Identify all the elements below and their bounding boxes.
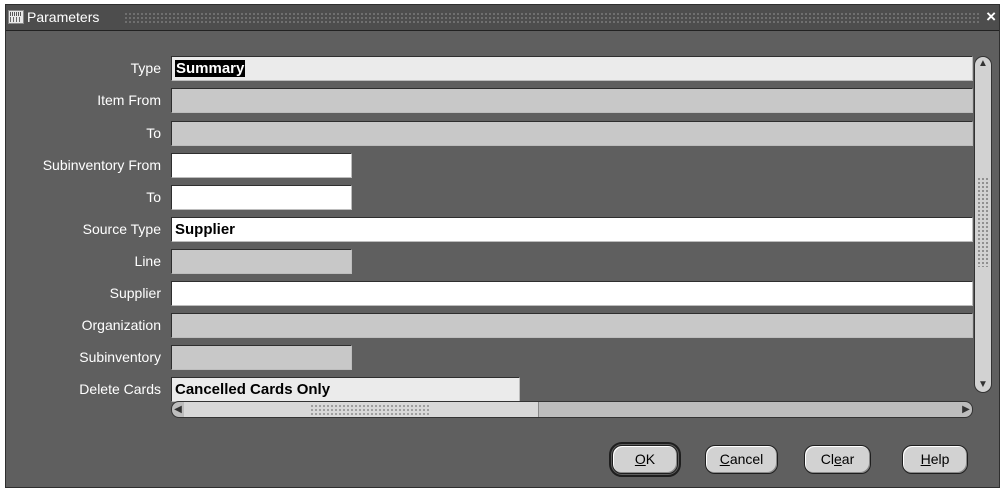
clear-button[interactable]: Clear <box>804 445 871 474</box>
supplier-field[interactable] <box>171 281 973 306</box>
delete-cards-field[interactable]: Cancelled Cards Only <box>171 377 520 402</box>
help-button[interactable]: Help <box>902 445 968 474</box>
label-subinventory-from: Subinventory From <box>42 157 161 173</box>
scroll-up-icon[interactable]: ▲ <box>975 58 991 70</box>
cancel-button[interactable]: Cancel <box>705 445 778 474</box>
scroll-left-icon[interactable]: ◀ <box>172 402 184 417</box>
cancel-label-rest: ancel <box>729 451 764 467</box>
item-to-field[interactable] <box>171 121 973 146</box>
label-item-from: Item From <box>97 92 161 108</box>
clear-mnemonic: e <box>833 451 842 467</box>
type-value: Summary <box>175 60 246 77</box>
app-icon <box>8 10 24 24</box>
cancel-mnemonic: C <box>719 451 730 467</box>
label-line: Line <box>134 253 161 269</box>
organization-field[interactable] <box>171 313 973 338</box>
horizontal-scrollbar[interactable]: ◀ ▶ <box>171 401 973 418</box>
help-label-rest: elp <box>930 451 950 467</box>
horizontal-scroll-thumb[interactable] <box>184 402 539 417</box>
parameters-window: Parameters × Type Item From To Subinvent… <box>5 4 1000 488</box>
line-field[interactable] <box>171 249 352 274</box>
label-supplier: Supplier <box>109 285 161 301</box>
ok-button[interactable]: OK <box>609 442 681 477</box>
label-subinventory-to: To <box>146 189 161 205</box>
clear-label-pre: Cl <box>820 451 834 467</box>
scroll-right-icon[interactable]: ▶ <box>960 402 972 417</box>
scroll-thumb-grip <box>310 404 430 415</box>
ok-label-rest: K <box>645 451 656 467</box>
title-bar[interactable]: Parameters × <box>6 5 999 31</box>
ok-mnemonic: O <box>634 451 646 467</box>
item-from-field[interactable] <box>171 88 973 113</box>
subinventory-field[interactable] <box>171 345 352 370</box>
subinventory-from-field[interactable] <box>171 153 352 178</box>
scroll-down-icon[interactable]: ▼ <box>975 379 991 391</box>
label-source-type: Source Type <box>82 221 161 237</box>
label-organization: Organization <box>81 317 161 333</box>
title-bar-texture <box>124 12 979 23</box>
source-type-field[interactable]: Supplier <box>171 217 973 242</box>
close-icon[interactable]: × <box>986 7 996 27</box>
subinventory-to-field[interactable] <box>171 185 352 210</box>
label-delete-cards: Delete Cards <box>79 381 161 397</box>
label-subinventory: Subinventory <box>79 349 161 365</box>
vertical-scrollbar[interactable]: ▲ ▼ <box>974 56 992 393</box>
label-item-to: To <box>146 125 161 141</box>
scrollbar-grip[interactable] <box>977 177 989 267</box>
type-field[interactable]: Summary <box>171 56 973 81</box>
help-mnemonic: H <box>920 451 931 467</box>
clear-label-rest: ar <box>841 451 855 467</box>
label-type: Type <box>130 60 161 76</box>
window-title: Parameters <box>27 9 100 25</box>
